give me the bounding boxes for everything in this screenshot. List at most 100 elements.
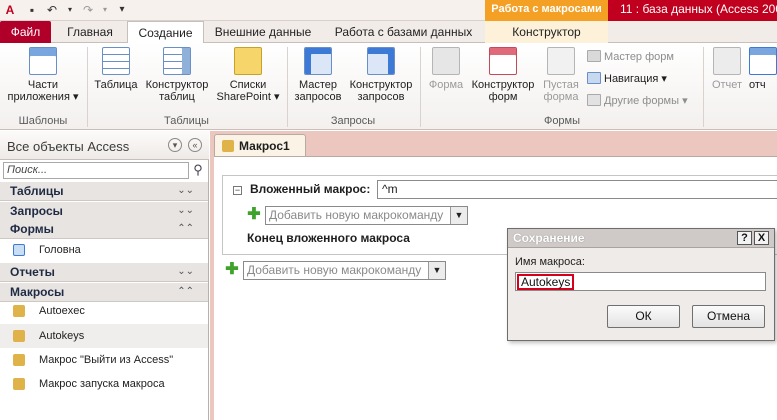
query-designer-label-2: запросов	[357, 91, 405, 103]
tab-create[interactable]: Создание	[127, 21, 204, 44]
nav-group-label: Таблицы	[10, 184, 64, 198]
navigation-button[interactable]: Навигация ▾	[587, 72, 667, 86]
tab-external-data[interactable]: Внешние данные	[208, 21, 318, 43]
nav-menu-icon[interactable]: ▾	[168, 138, 182, 152]
form-wizard-button[interactable]: Мастер форм	[587, 50, 674, 64]
search-icon[interactable]: ⚲	[190, 162, 206, 179]
list-item-label: Autoexec	[39, 305, 85, 317]
save-icon[interactable]: ▪	[24, 2, 40, 18]
add-action-combo[interactable]: Добавить новую макрокоманду ▼	[265, 206, 468, 225]
sharepoint-icon	[234, 47, 262, 75]
nav-group-tables[interactable]: Таблицы ⌄⌄	[0, 182, 208, 201]
list-item[interactable]: Головна	[0, 238, 208, 262]
submacro-name-field[interactable]: ^m	[377, 180, 777, 199]
ribbon-tabs: Файл Главная Создание Внешние данные Раб…	[0, 21, 777, 44]
close-button[interactable]: X	[754, 231, 769, 245]
combo-placeholder: Добавить новую макрокоманду	[269, 208, 444, 222]
other-forms-button[interactable]: Другие формы ▾	[587, 94, 688, 108]
group-label-queries: Запросы	[330, 115, 376, 127]
app-parts-label-1: Части	[27, 79, 59, 91]
form-button[interactable]: Форма	[424, 47, 468, 91]
macro-object-icon	[13, 354, 25, 366]
submacro-label: Вложенный макрос:	[250, 182, 371, 196]
help-button[interactable]: ?	[737, 231, 752, 245]
table-designer-button[interactable]: Конструктор таблиц	[142, 47, 212, 103]
query-designer-label-1: Конструктор	[349, 79, 413, 91]
list-item[interactable]: Макрос запуска макроса	[0, 372, 208, 396]
document-tab[interactable]: Макрос1	[214, 134, 306, 156]
sharepoint-lists-button[interactable]: Списки SharePoint ▾	[213, 47, 283, 103]
chevron-down-icon[interactable]: ▼	[450, 207, 467, 224]
sharepoint-label-1: Списки	[229, 79, 267, 91]
table-label: Таблица	[94, 79, 138, 91]
title-bar: A ▪ ↶ ▾ ↷ ▾ ▾ Работа с макросами 11 : ба…	[0, 0, 777, 21]
ribbon: Части приложения ▾ Шаблоны Таблица Конст…	[0, 43, 777, 130]
form-wizard-icon	[587, 50, 601, 62]
redo-icon[interactable]: ↷	[80, 2, 96, 18]
undo-icon[interactable]: ↶	[44, 2, 60, 18]
navigation-icon	[587, 72, 601, 84]
collapse-icon[interactable]: −	[233, 186, 242, 195]
sharepoint-label-2: SharePoint ▾	[216, 91, 280, 103]
tab-file[interactable]: Файл	[0, 21, 51, 43]
add-action-icon: ✚	[247, 206, 261, 223]
query-wizard-button[interactable]: Мастер запросов	[290, 47, 346, 103]
list-item[interactable]: Autoexec	[0, 299, 208, 323]
document-tab-label: Макрос1	[239, 139, 290, 153]
query-designer-icon	[367, 47, 395, 75]
query-designer-button[interactable]: Конструктор запросов	[346, 47, 416, 103]
macro-name-input[interactable]: Autokeys	[515, 272, 766, 291]
tab-designer[interactable]: Конструктор	[489, 21, 604, 43]
expand-icon: ⌄⌄	[177, 185, 194, 196]
app-parts-icon	[29, 47, 57, 75]
nav-search-input[interactable]: Поиск...	[3, 162, 189, 179]
form-designer-label-2: форм	[488, 91, 518, 103]
collapse-icon: ⌃⌃	[177, 223, 194, 234]
ok-button[interactable]: ОК	[607, 305, 680, 328]
report-button[interactable]: Отчет	[707, 47, 747, 91]
access-logo-icon[interactable]: A	[2, 2, 18, 18]
tab-database-tools[interactable]: Работа с базами данных	[326, 21, 481, 43]
query-wizard-label-1: Мастер	[298, 79, 338, 91]
form-icon	[432, 47, 460, 75]
nav-header[interactable]: Все объекты Access ▾ «	[0, 131, 209, 160]
list-item-label: Головна	[39, 244, 81, 256]
table-icon	[102, 47, 130, 75]
form-designer-icon	[489, 47, 517, 75]
customize-qat-icon[interactable]: ▾	[114, 2, 130, 18]
end-submacro-label: Конец вложенного макроса	[247, 231, 410, 245]
dialog-title-bar[interactable]: Сохранение ? X	[508, 229, 774, 248]
list-item-label: Макрос "Выйти из Access"	[39, 354, 174, 366]
macro-object-icon	[13, 330, 25, 342]
nav-group-forms[interactable]: Формы ⌃⌃	[0, 220, 208, 239]
report-designer-button[interactable]: отч	[749, 47, 777, 91]
report-label: Отчет	[711, 79, 743, 91]
app-parts-button[interactable]: Части приложения ▾	[2, 47, 84, 103]
table-button[interactable]: Таблица	[90, 47, 142, 91]
navigation-pane: Все объекты Access ▾ « Поиск... ⚲ Таблиц…	[0, 131, 209, 420]
query-wizard-label-2: запросов	[294, 91, 342, 103]
macro-object-icon	[13, 305, 25, 317]
list-item[interactable]: Макрос "Выйти из Access"	[0, 348, 208, 372]
undo-dropdown-icon[interactable]: ▾	[62, 2, 78, 18]
group-label-tables: Таблицы	[164, 115, 209, 127]
cancel-button[interactable]: Отмена	[692, 305, 765, 328]
list-item[interactable]: Autokeys	[0, 324, 208, 348]
chevron-down-icon[interactable]: ▼	[428, 262, 445, 279]
table-designer-icon	[163, 47, 191, 75]
add-action-icon: ✚	[225, 261, 239, 278]
list-item-label: Макрос запуска макроса	[39, 378, 165, 390]
blank-form-button[interactable]: Пустая форма	[538, 47, 584, 103]
add-action-combo[interactable]: Добавить новую макрокоманду ▼	[243, 261, 446, 280]
form-designer-button[interactable]: Конструктор форм	[468, 47, 538, 103]
nav-group-label: Макросы	[10, 285, 65, 299]
shutter-bar-close-icon[interactable]: «	[188, 138, 202, 152]
redo-dropdown-icon[interactable]: ▾	[97, 2, 113, 18]
form-object-icon	[13, 244, 25, 256]
tab-home[interactable]: Главная	[57, 21, 123, 43]
report-designer-label: отч	[749, 79, 766, 91]
nav-group-reports[interactable]: Отчеты ⌄⌄	[0, 263, 208, 282]
nav-group-queries[interactable]: Запросы ⌄⌄	[0, 202, 208, 221]
form-wizard-label: Мастер форм	[604, 51, 674, 63]
blank-form-label-2: форма	[543, 91, 579, 103]
